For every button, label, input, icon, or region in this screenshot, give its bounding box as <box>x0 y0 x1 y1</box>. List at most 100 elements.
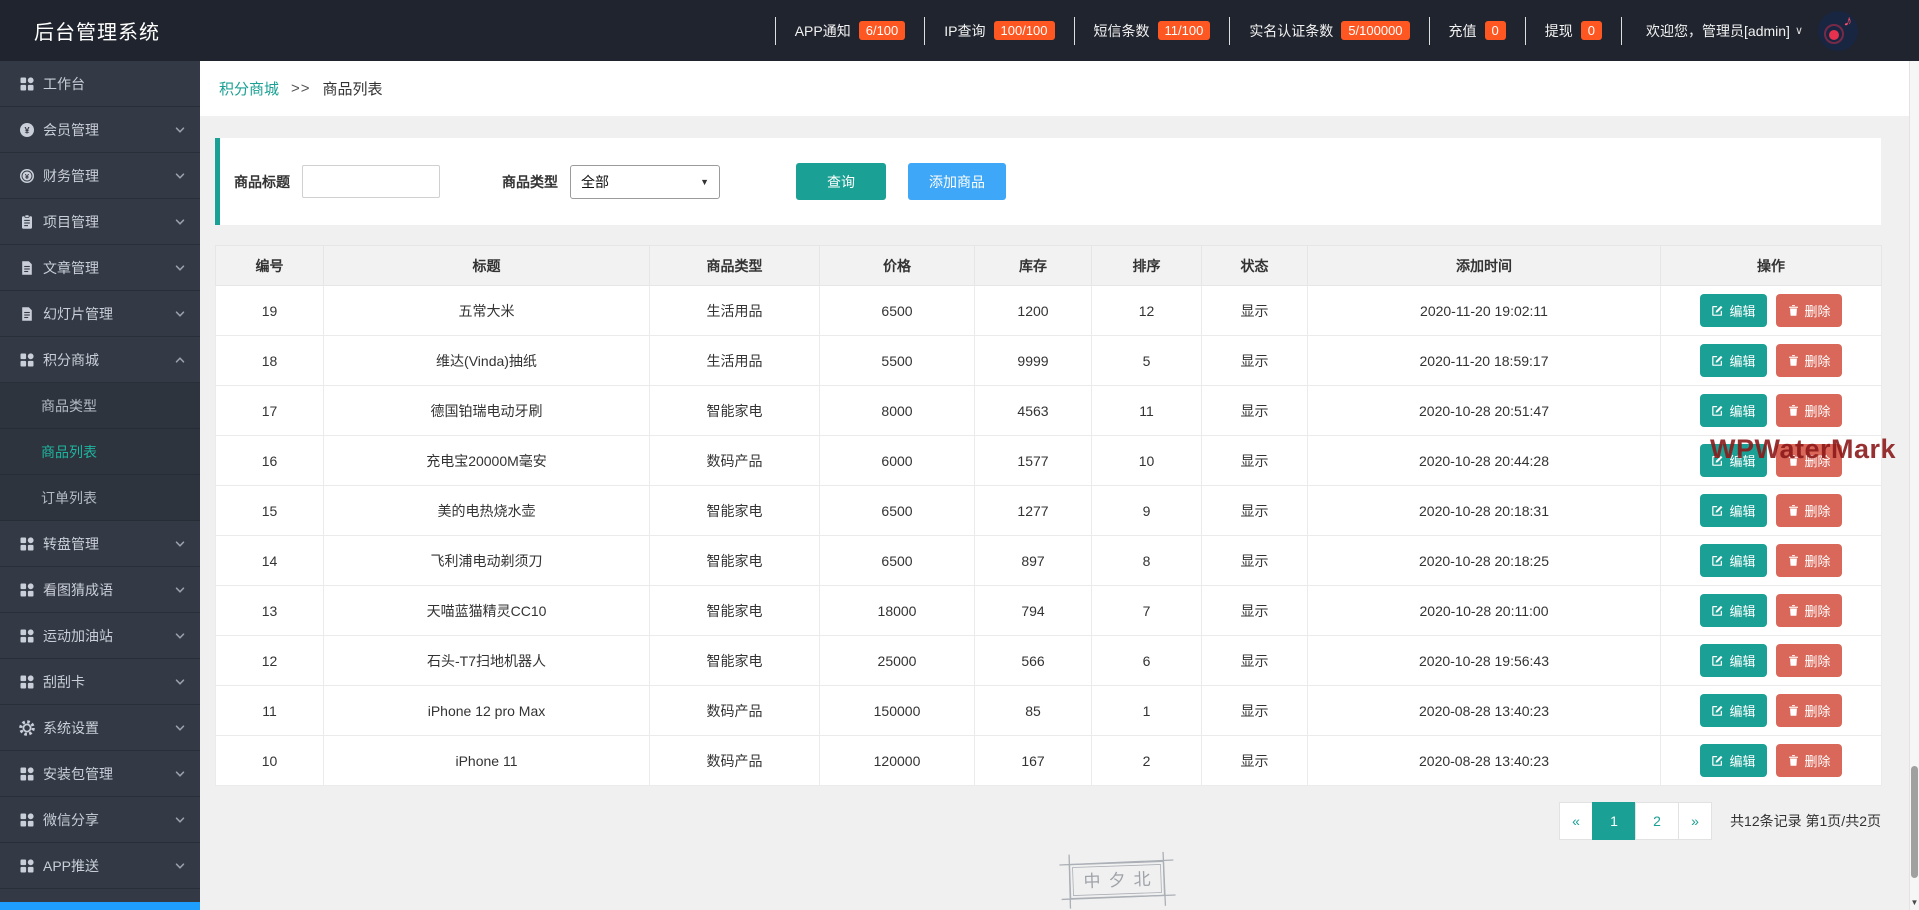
edit-button[interactable]: 编辑 <box>1700 544 1767 577</box>
cell-price: 6500 <box>819 485 975 536</box>
edit-button[interactable]: 编辑 <box>1700 644 1767 677</box>
scrollbar-thumb[interactable] <box>1911 766 1918 878</box>
sidebar-item-12[interactable]: 安装包管理 <box>0 751 200 797</box>
scroll-down-arrow-icon[interactable]: ▼ <box>1910 898 1919 907</box>
cell-actions: 编辑 删除 <box>1660 635 1882 686</box>
header-stat-5[interactable]: 提现 0 <box>1524 16 1621 45</box>
sidebar-item-10[interactable]: 刮刮卡 <box>0 659 200 705</box>
delete-button[interactable]: 删除 <box>1775 394 1842 427</box>
cell-price: 5500 <box>819 335 975 386</box>
filter-panel: 商品标题 商品类型 全部 ▼ 查询 添加商品 <box>215 138 1881 225</box>
edit-button[interactable]: 编辑 <box>1700 494 1767 527</box>
sidebar-subitem-6-1[interactable]: 商品列表 <box>0 429 200 475</box>
edit-button-label: 编辑 <box>1729 754 1756 769</box>
table-row: 12 石头-T7扫地机器人 智能家电 25000 566 6 显示 2020-10-28 19… <box>215 635 1882 686</box>
sidebar-item-2[interactable]: ¥ 财务管理 <box>0 153 200 199</box>
edit-button[interactable]: 编辑 <box>1700 294 1767 327</box>
delete-button[interactable]: 删除 <box>1775 344 1842 377</box>
delete-button[interactable]: 删除 <box>1775 744 1842 777</box>
header-stat-2[interactable]: 短信条数 11/100 <box>1073 16 1230 45</box>
chevron-down-icon <box>174 124 186 136</box>
chevron-down-icon <box>174 814 186 826</box>
delete-button[interactable]: 删除 <box>1775 494 1842 527</box>
delete-button[interactable]: 删除 <box>1775 644 1842 677</box>
breadcrumb-parent[interactable]: 积分商城 <box>219 78 279 99</box>
doc-icon <box>19 260 35 276</box>
sidebar-item-label: 运动加油站 <box>43 627 113 644</box>
sidebar-item-14[interactable]: APP推送 <box>0 843 200 889</box>
chevron-down-icon <box>174 722 186 734</box>
sidebar-item-4[interactable]: 文章管理 <box>0 245 200 291</box>
doc-icon <box>19 306 35 322</box>
pagination-page-2[interactable]: 2 <box>1635 802 1680 840</box>
sidebar-item-1[interactable]: ¥ 会员管理 <box>0 107 200 153</box>
sidebar-item-11[interactable]: 系统设置 <box>0 705 200 751</box>
music-note-icon: ♪ <box>1842 11 1855 31</box>
title-filter-input[interactable] <box>302 165 440 198</box>
svg-text:中: 中 <box>1083 872 1101 892</box>
sidebar-item-label: 微信分享 <box>43 811 99 828</box>
scrollbar-track: ▼ <box>1909 61 1919 910</box>
breadcrumb-separator: >> <box>291 80 311 97</box>
chevron-down-icon <box>174 630 186 642</box>
add-product-button[interactable]: 添加商品 <box>908 163 1006 200</box>
header-stat-1[interactable]: IP查询 100/100 <box>924 16 1073 45</box>
cell-actions: 编辑 删除 <box>1660 485 1882 536</box>
delete-button[interactable]: 删除 <box>1775 594 1842 627</box>
sidebar-item-6[interactable]: 积分商城 <box>0 337 200 383</box>
cell-sort: 12 <box>1091 285 1202 336</box>
table-row: 18 维达(Vinda)抽纸 生活用品 5500 9999 5 显示 2020-11-20 1… <box>215 335 1882 386</box>
cell-actions: 编辑 删除 <box>1660 735 1882 786</box>
chevron-down-icon <box>174 676 186 688</box>
edit-button[interactable]: 编辑 <box>1700 344 1767 377</box>
pagination-prev[interactable]: « <box>1559 802 1594 840</box>
sidebar-item-5[interactable]: 幻灯片管理 <box>0 291 200 337</box>
search-button[interactable]: 查询 <box>796 163 886 200</box>
sidebar-subitem-6-2[interactable]: 订单列表 <box>0 475 200 521</box>
header-stat-4[interactable]: 充值 0 <box>1428 16 1525 45</box>
products-table: 编号 标题 商品类型 价格 库存 排序 状态 添加时间 操作 19 五常大米 生活用品 6500 120… <box>215 245 1882 786</box>
edit-button[interactable]: 编辑 <box>1700 744 1767 777</box>
type-filter-select[interactable]: 全部 ▼ <box>570 164 720 199</box>
delete-button[interactable]: 删除 <box>1775 544 1842 577</box>
sidebar-item-9[interactable]: 运动加油站 <box>0 613 200 659</box>
delete-button[interactable]: 删除 <box>1775 294 1842 327</box>
stat-badge: 0 <box>1580 21 1603 40</box>
delete-button-label: 删除 <box>1804 754 1831 769</box>
sidebar-item-7[interactable]: 转盘管理 <box>0 521 200 567</box>
pagination-next[interactable]: » <box>1678 802 1713 840</box>
chevron-down-icon <box>174 538 186 550</box>
delete-button[interactable]: 删除 <box>1775 694 1842 727</box>
grid-icon <box>19 812 35 828</box>
sidebar-item-3[interactable]: 项目管理 <box>0 199 200 245</box>
grid-icon <box>19 76 35 92</box>
cell-sort: 9 <box>1091 485 1202 536</box>
stat-label: 短信条数 <box>1093 22 1150 39</box>
header-stat-3[interactable]: 实名认证条数 5/100000 <box>1229 16 1428 45</box>
sidebar-subitem-label: 商品类型 <box>41 397 97 414</box>
cell-type: 智能家电 <box>649 485 820 536</box>
column-header-3: 价格 <box>819 245 975 286</box>
pagination-page-1[interactable]: 1 <box>1592 802 1637 840</box>
edit-button[interactable]: 编辑 <box>1700 394 1767 427</box>
cell-sort: 1 <box>1091 685 1202 736</box>
sidebar-subitem-6-0[interactable]: 商品类型 <box>0 383 200 429</box>
cell-id: 12 <box>215 635 324 686</box>
type-filter-label: 商品类型 <box>502 173 558 190</box>
table-row: 15 美的电热烧水壶 智能家电 6500 1277 9 显示 2020-10-28 20:18… <box>215 485 1882 536</box>
svg-text:夕: 夕 <box>1108 871 1126 891</box>
cell-price: 6000 <box>819 435 975 486</box>
edit-button[interactable]: 编辑 <box>1700 694 1767 727</box>
sidebar-item-8[interactable]: 看图猜成语 <box>0 567 200 613</box>
breadcrumb: 积分商城 >> 商品列表 <box>200 61 1919 116</box>
sidebar-item-0[interactable]: 工作台 <box>0 61 200 107</box>
cell-price: 6500 <box>819 285 975 336</box>
sidebar-item-13[interactable]: 微信分享 <box>0 797 200 843</box>
delete-button-label: 删除 <box>1804 554 1831 569</box>
user-menu[interactable]: 欢迎您，管理员[admin] ∨ <box>1621 16 1803 45</box>
pagination: «1 2» 共12条记录 第1页/共2页 <box>215 802 1881 840</box>
edit-button[interactable]: 编辑 <box>1700 594 1767 627</box>
column-header-2: 商品类型 <box>649 245 820 286</box>
header-stat-0[interactable]: APP通知 6/100 <box>774 16 925 45</box>
avatar[interactable]: ♪ <box>1818 10 1858 51</box>
